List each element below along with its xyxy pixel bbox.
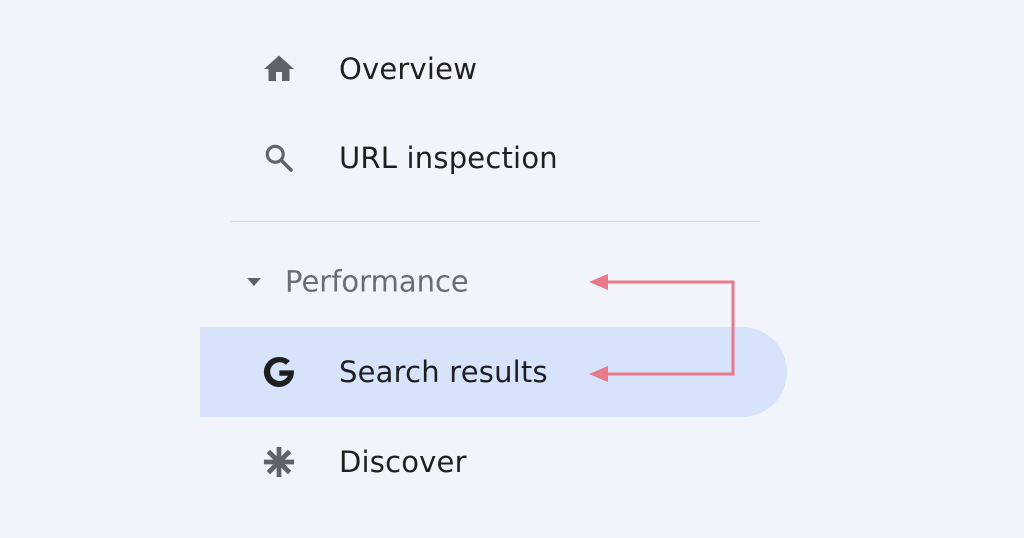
sidebar-nav: Overview URL inspection Performance Sear…: [0, 0, 1024, 538]
sidebar-item-url-inspection[interactable]: URL inspection: [200, 113, 787, 203]
sidebar-item-search-results[interactable]: Search results: [200, 327, 787, 417]
caret-down-icon: [244, 272, 264, 292]
sidebar-item-discover[interactable]: Discover: [200, 417, 787, 507]
section-divider: [231, 221, 760, 222]
sidebar-item-label: Discover: [339, 444, 467, 479]
sidebar-item-overview[interactable]: Overview: [200, 24, 787, 114]
home-icon: [260, 50, 298, 88]
section-header-performance[interactable]: Performance: [200, 258, 600, 306]
asterisk-icon: [260, 443, 298, 481]
sidebar-item-label: Search results: [339, 354, 548, 389]
search-icon: [260, 139, 298, 177]
sidebar-item-label: URL inspection: [339, 140, 558, 175]
google-g-icon: [260, 353, 298, 391]
sidebar-item-label: Overview: [339, 51, 478, 86]
section-header-label: Performance: [285, 264, 469, 299]
